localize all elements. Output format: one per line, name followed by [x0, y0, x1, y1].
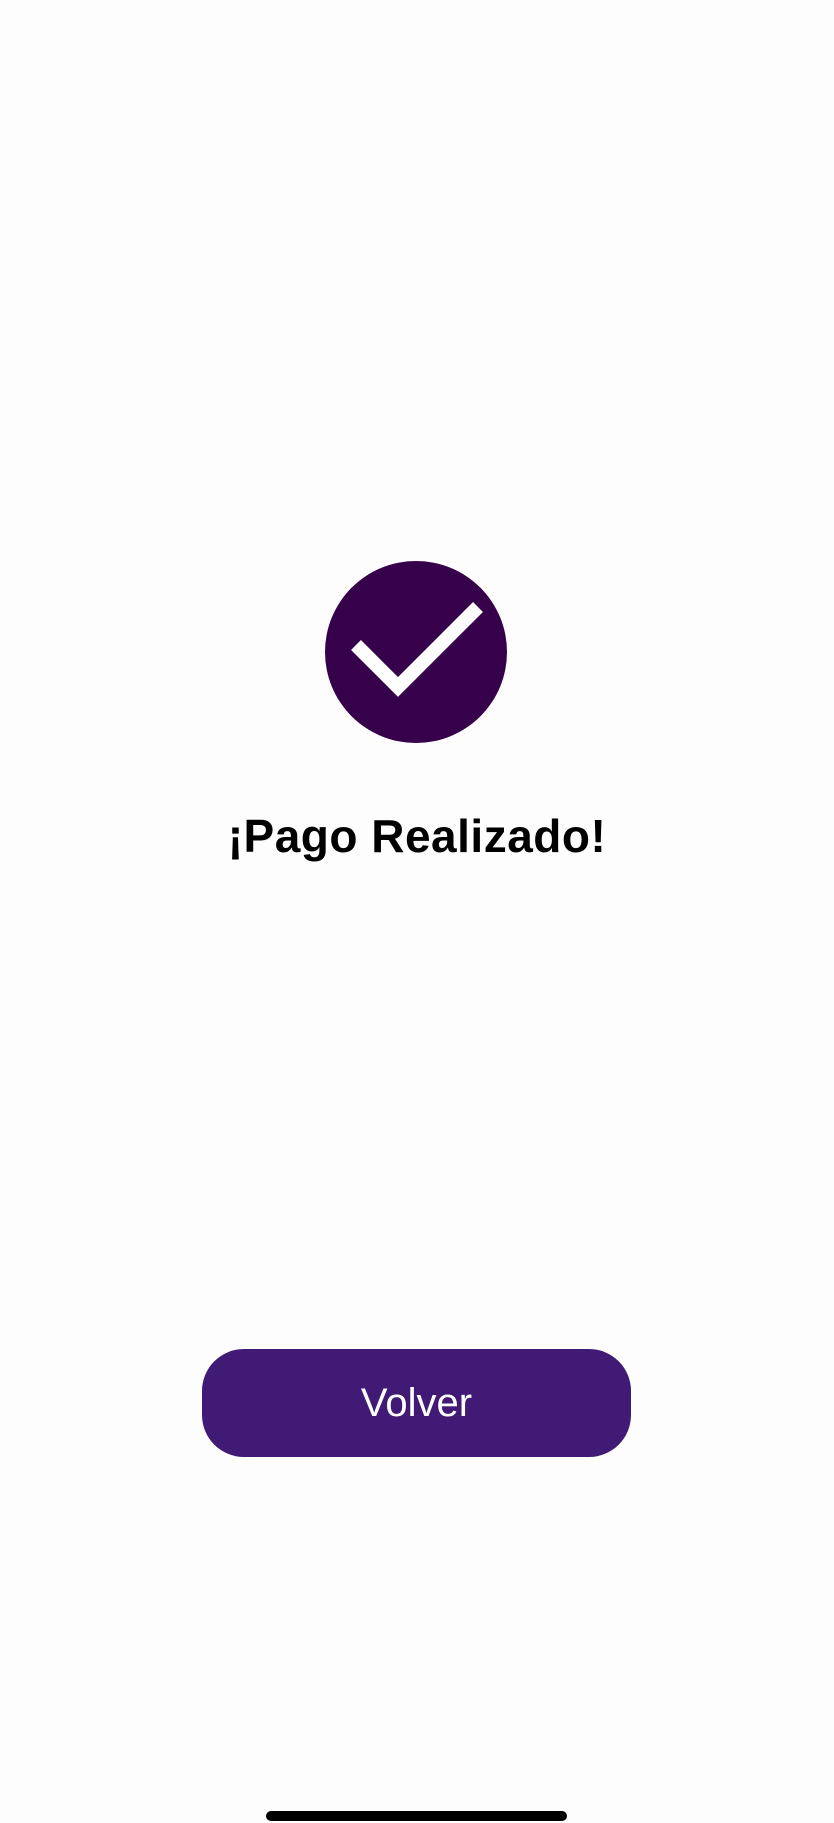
page-title: ¡Pago Realizado!: [227, 810, 607, 862]
home-indicator: [266, 1811, 567, 1821]
back-button[interactable]: Volver: [202, 1349, 631, 1457]
payment-success-screen: ¡Pago Realizado! Volver: [0, 0, 834, 1823]
back-button-label: Volver: [360, 1380, 473, 1425]
checkmark-icon: [325, 561, 507, 743]
